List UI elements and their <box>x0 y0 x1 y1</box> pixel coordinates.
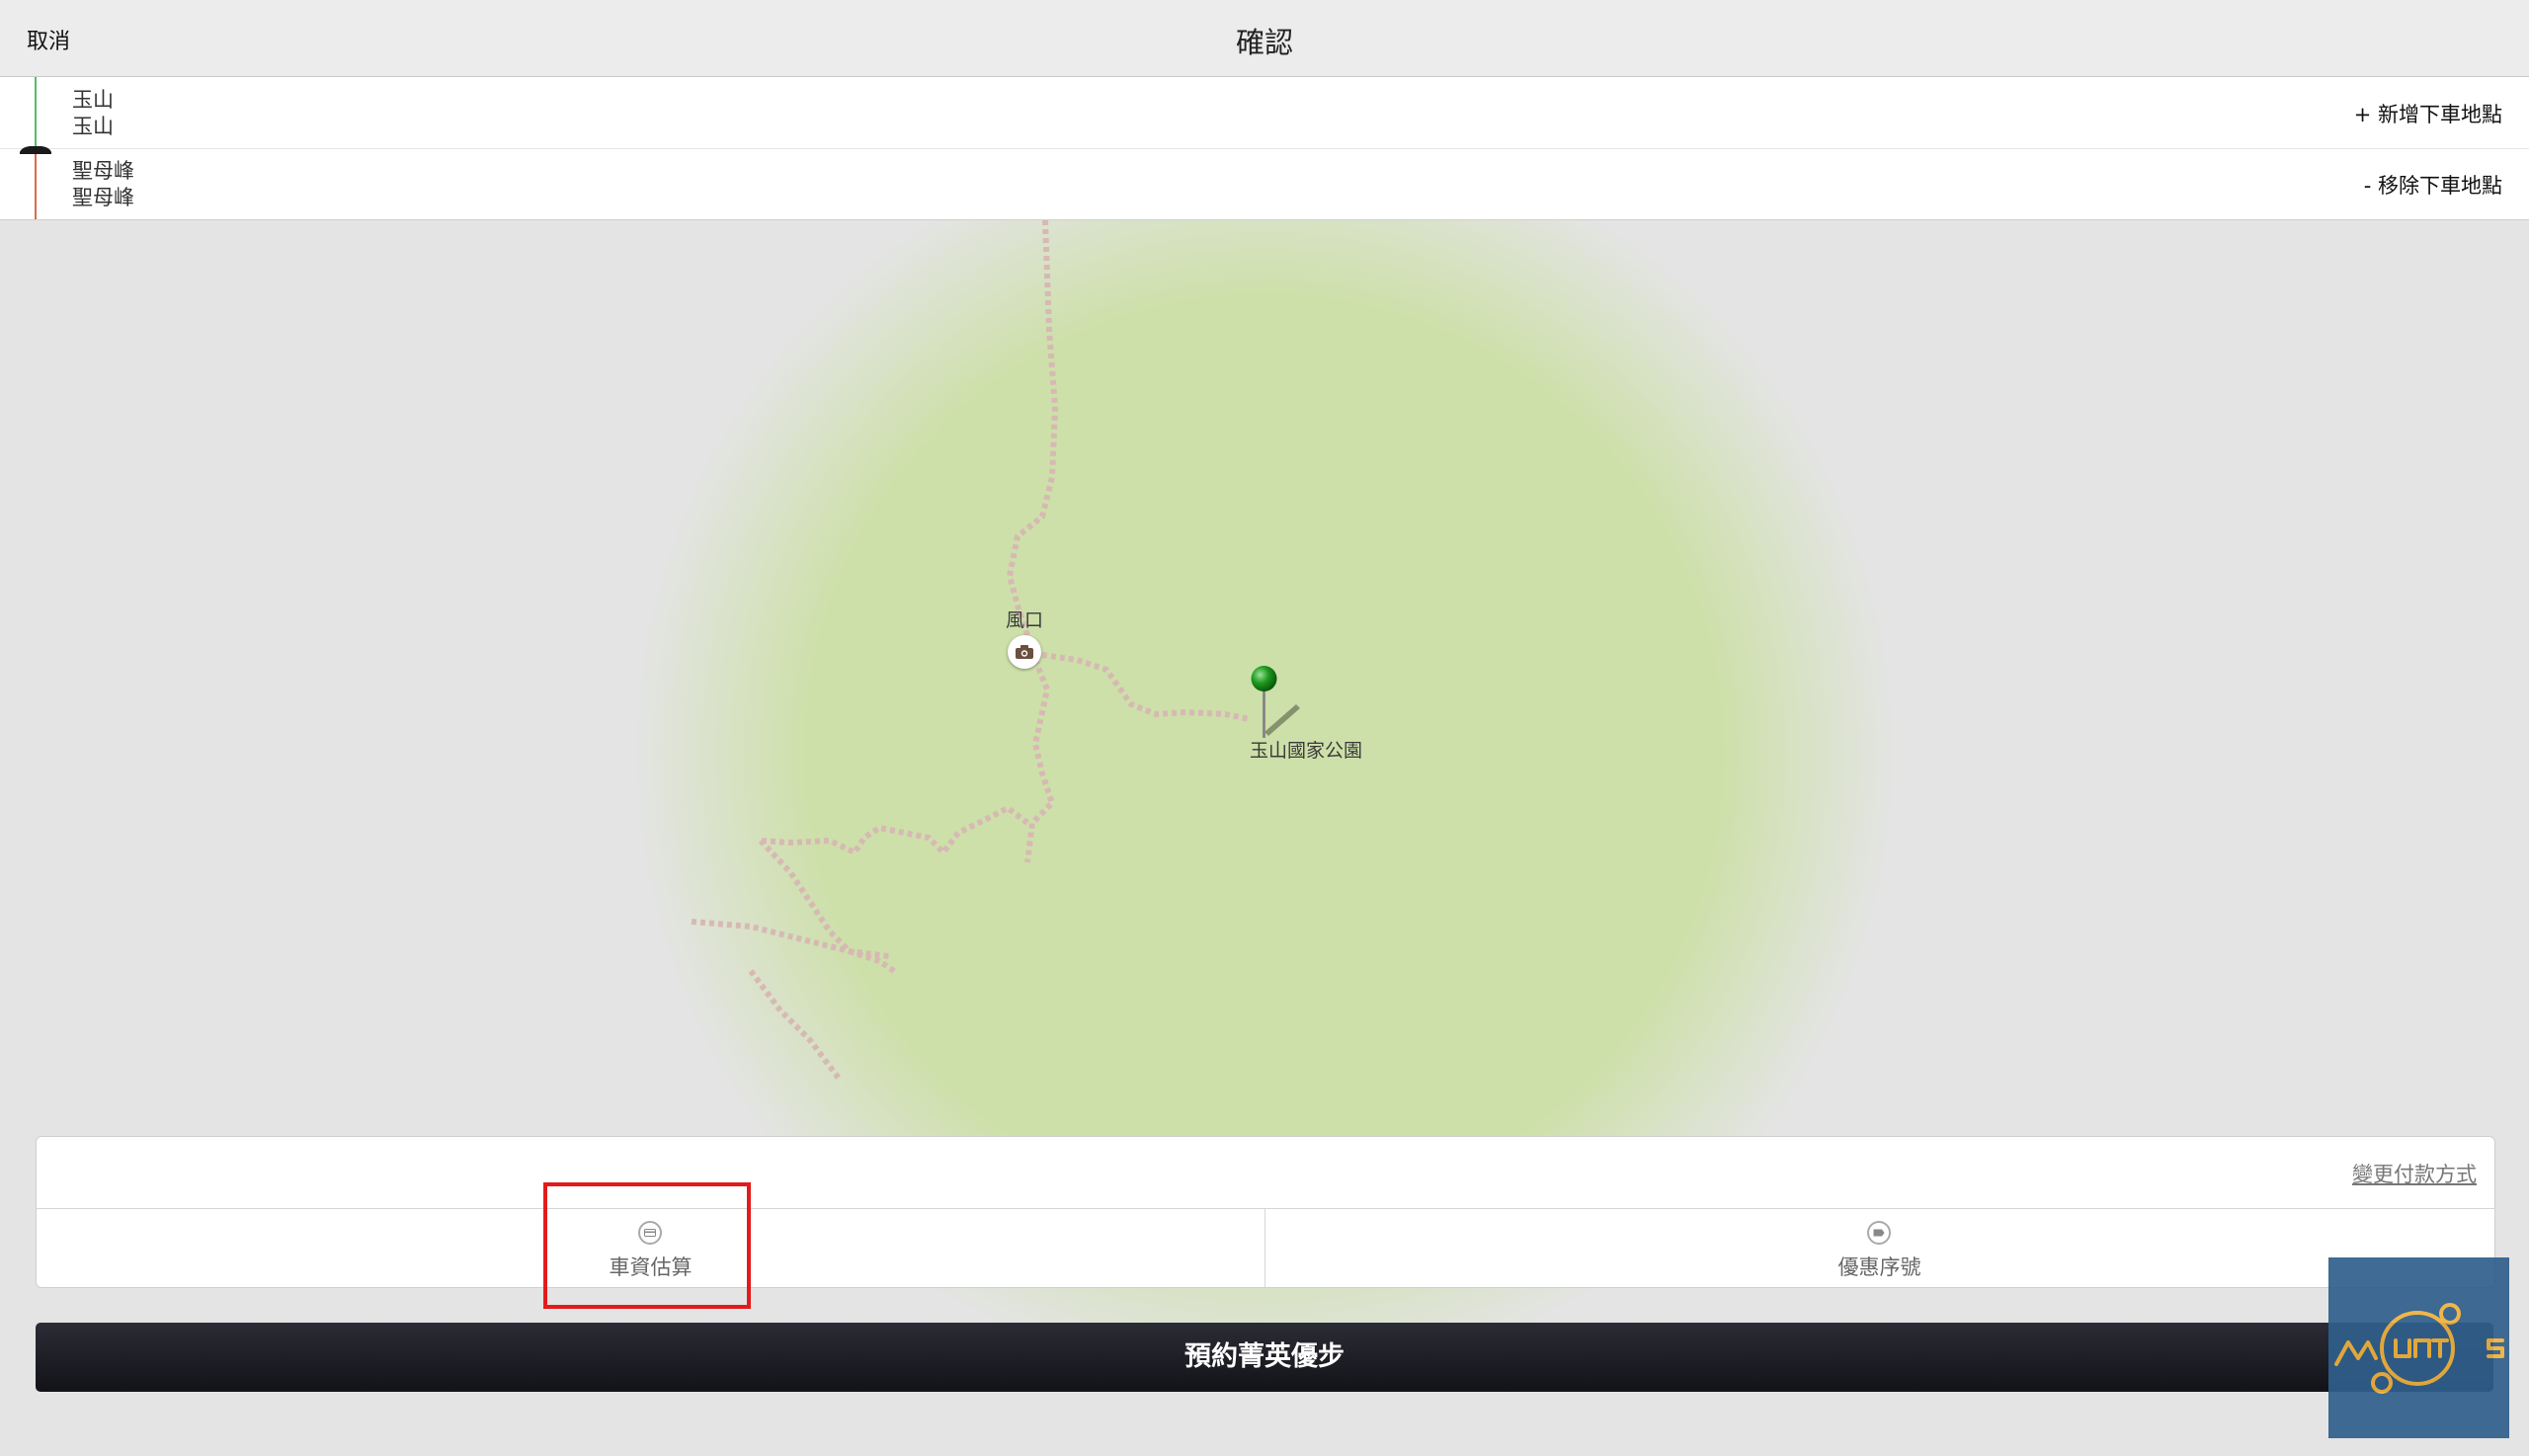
fare-estimate-icon <box>637 1221 662 1245</box>
add-dropoff-button[interactable]: + 新增下車地點 <box>2354 99 2502 128</box>
camera-icon[interactable] <box>1008 635 1041 669</box>
top-bar: 取消 確認 <box>0 0 2529 77</box>
fare-estimate-button[interactable]: 車資估算 <box>37 1209 1265 1287</box>
camera-glyph <box>1016 645 1033 659</box>
mounts-logo <box>2334 1303 2504 1394</box>
pickup-line1: 玉山 <box>72 88 114 112</box>
fare-estimate-label: 車資估算 <box>609 1255 693 1279</box>
pickup-line2: 玉山 <box>72 115 114 138</box>
book-ride-button[interactable]: 預約菁英優步 <box>36 1323 2493 1392</box>
dropoff-line1: 聖母峰 <box>72 159 134 183</box>
dropoff-row[interactable]: 聖母峰 聖母峰 - 移除下車地點 <box>0 148 2529 219</box>
route-panel: 玉山 玉山 + 新增下車地點 聖母峰 聖母峰 - 移除下車地點 <box>0 77 2529 220</box>
page-title: 確認 <box>1235 26 1293 59</box>
promo-code-label: 優惠序號 <box>1837 1255 1921 1279</box>
promo-code-button[interactable]: 優惠序號 <box>1265 1209 2493 1287</box>
card-glyph <box>643 1229 656 1237</box>
location-pin-icon[interactable] <box>1249 665 1308 744</box>
pickup-row[interactable]: 玉山 玉山 + 新增下車地點 <box>0 77 2529 149</box>
remove-dropoff-button[interactable]: - 移除下車地點 <box>2364 170 2502 200</box>
route-line-end <box>35 148 37 219</box>
watermark-logo <box>2328 1257 2509 1438</box>
car-icon <box>20 146 51 154</box>
pin-label: 玉山國家公園 <box>1250 740 1363 762</box>
tag-glyph <box>1873 1229 1884 1237</box>
route-line-start <box>35 77 37 148</box>
payment-panel: 變更付款方式 車資估算 優惠序號 <box>36 1136 2495 1288</box>
dropoff-line2: 聖母峰 <box>72 186 134 209</box>
dropoff-location: 聖母峰 聖母峰 <box>72 158 134 211</box>
pickup-location: 玉山 玉山 <box>72 87 114 140</box>
poi-label: 風口 <box>1006 609 1044 631</box>
change-payment-link[interactable]: 變更付款方式 <box>2352 1159 2477 1188</box>
promo-code-icon <box>1866 1221 1891 1245</box>
